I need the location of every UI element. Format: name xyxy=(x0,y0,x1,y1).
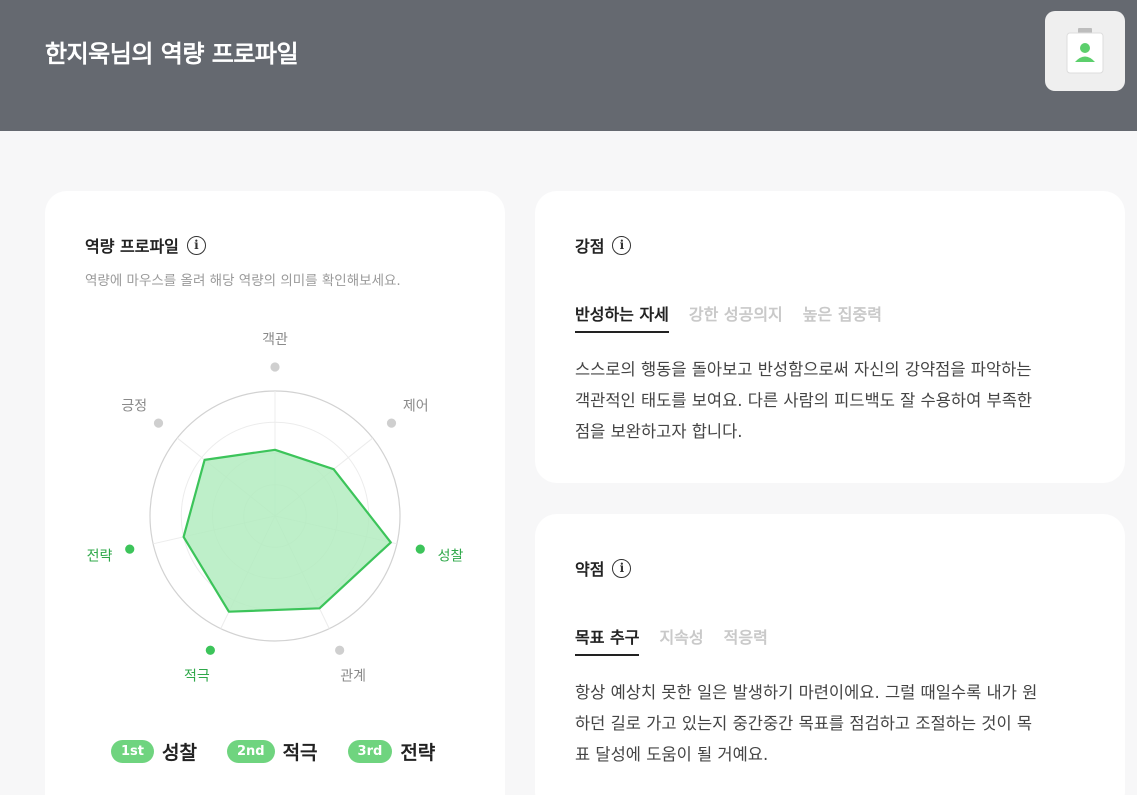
profile-card-title: 역량 프로파일 xyxy=(85,237,179,256)
rank-list: 1st 성찰 2nd 적극 3rd 전략 xyxy=(111,738,435,765)
weakness-description: 항상 예상치 못한 일은 발생하기 마련이에요. 그럴 때일수록 내가 원 하던… xyxy=(575,677,1095,770)
radar-axis-label[interactable]: 긍정 xyxy=(121,399,147,415)
description-line: 객관적인 태도를 보여요. 다른 사람의 피드백도 잘 수용하여 부족한 xyxy=(575,391,1033,410)
rank-label: 적극 xyxy=(282,742,318,764)
radar-axis-dot xyxy=(386,418,397,428)
rank-badge: 2nd xyxy=(226,740,275,763)
radar-axis-dot xyxy=(153,418,164,428)
info-icon[interactable]: i xyxy=(612,235,632,255)
radar-axis-label[interactable]: 성찰 xyxy=(438,548,464,564)
tab-weakness-3[interactable]: 적응력 xyxy=(724,624,768,656)
tab-weakness-1[interactable]: 목표 추구 xyxy=(575,624,640,656)
radar-axis-label[interactable]: 객관 xyxy=(262,332,288,348)
rank-3: 3rd 전략 xyxy=(347,738,436,765)
rank-2: 2nd 적극 xyxy=(226,738,318,765)
page-title: 한지욱님의 역량 프로파일 xyxy=(45,40,299,68)
id-badge-icon xyxy=(1066,28,1104,74)
description-line: 점을 보완하고자 합니다. xyxy=(575,422,743,441)
radar-axis-dot xyxy=(270,362,280,372)
weakness-tabs: 목표 추구 지속성 적응력 xyxy=(575,624,768,656)
description-line: 표 달성에 도움이 될 거예요. xyxy=(575,745,769,764)
radar-axis-dot xyxy=(335,645,345,655)
weakness-title: 약점 xyxy=(575,560,605,579)
weakness-card-header: 약점 i xyxy=(575,556,632,580)
tab-strength-1[interactable]: 반성하는 자세 xyxy=(575,301,669,333)
profile-card-subtitle: 역량에 마우스를 올려 해당 역량의 의미를 확인해보세요. xyxy=(85,273,401,289)
strength-description: 스스로의 행동을 돌아보고 반성함으로써 자신의 강약점을 파악하는 객관적인 … xyxy=(575,354,1095,447)
info-icon[interactable]: i xyxy=(186,235,206,255)
rank-badge: 3rd xyxy=(347,740,393,763)
radar-axis-label[interactable]: 전략 xyxy=(87,548,113,564)
description-line: 항상 예상치 못한 일은 발생하기 마련이에요. 그럴 때일수록 내가 원 xyxy=(575,683,1038,702)
competency-profile-card: 역량 프로파일 i 역량에 마우스를 올려 해당 역량의 의미를 확인해보세요.… xyxy=(45,191,505,795)
tab-strength-2[interactable]: 강한 성공의지 xyxy=(689,301,783,333)
description-line: 하던 길로 가고 있는지 중간중간 목표를 점검하고 조절하는 것이 목 xyxy=(575,714,1033,733)
radar-data-polygon xyxy=(182,448,392,613)
radar-axis-dot xyxy=(125,544,135,554)
radar-axis-label[interactable]: 적극 xyxy=(184,668,210,684)
strength-card-header: 강점 i xyxy=(575,233,632,257)
strength-tabs: 반성하는 자세 강한 성공의지 높은 집중력 xyxy=(575,301,882,333)
tab-strength-3[interactable]: 높은 집중력 xyxy=(803,301,882,333)
tab-weakness-2[interactable]: 지속성 xyxy=(659,624,703,656)
radar-axis-label[interactable]: 관계 xyxy=(340,668,366,684)
strength-card: 강점 i 반성하는 자세 강한 성공의지 높은 집중력 스스로의 행동을 돌아보… xyxy=(535,191,1125,483)
strength-title: 강점 xyxy=(575,237,605,256)
profile-card-header: 역량 프로파일 i xyxy=(85,233,206,257)
rank-label: 전략 xyxy=(400,742,436,764)
rank-label: 성찰 xyxy=(162,742,197,764)
radar-axis-dot xyxy=(205,645,215,655)
info-icon[interactable]: i xyxy=(612,558,632,578)
page-header: 한지욱님의 역량 프로파일 xyxy=(0,0,1137,131)
rank-badge: 1st xyxy=(111,740,154,763)
radar-axis-label[interactable]: 제어 xyxy=(403,399,429,415)
rank-1: 1st 성찰 xyxy=(111,738,197,765)
radar-axis-dot xyxy=(415,544,425,554)
weakness-card: 약점 i 목표 추구 지속성 적응력 항상 예상치 못한 일은 발생하기 마련이… xyxy=(535,514,1125,795)
description-line: 스스로의 행동을 돌아보고 반성함으로써 자신의 강약점을 파악하는 xyxy=(575,360,1032,379)
profile-button[interactable] xyxy=(1045,11,1125,91)
radar-chart: 객관제어성찰관계 적극 전략 긍정 xyxy=(87,332,464,684)
